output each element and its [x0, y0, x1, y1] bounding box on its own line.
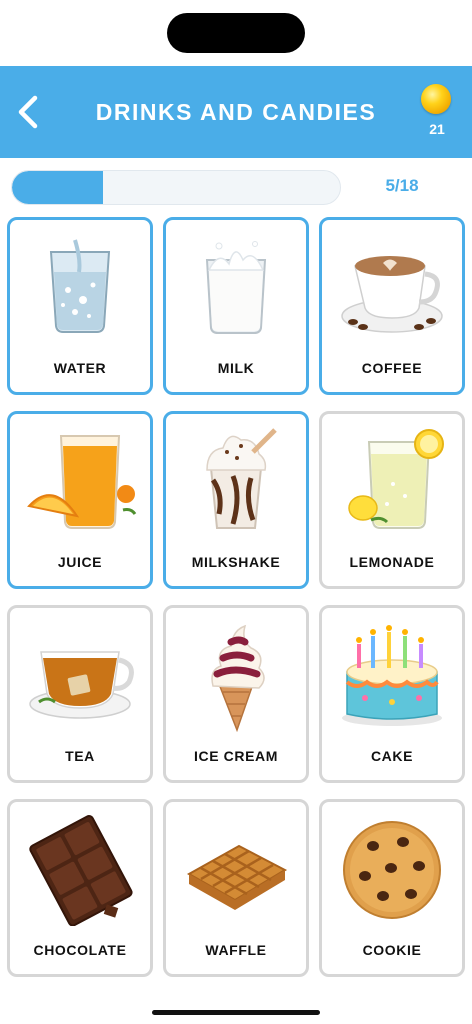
item-label: MILK	[217, 360, 255, 376]
item-label: MILKSHAKE	[191, 554, 281, 570]
item-label: WATER	[53, 360, 107, 376]
item-card-coffee[interactable]: COFFEE	[319, 217, 465, 395]
item-label: CHOCOLATE	[33, 942, 127, 958]
progress-fill	[12, 171, 104, 204]
milk-glass-icon	[205, 241, 267, 334]
item-label: COOKIE	[362, 942, 422, 958]
item-card-juice[interactable]: JUICE	[7, 411, 153, 589]
item-label: LEMONADE	[349, 554, 435, 570]
back-button[interactable]	[8, 88, 48, 136]
item-label: CAKE	[370, 748, 414, 764]
item-label: WAFFLE	[205, 942, 267, 958]
item-card-milk[interactable]: MILK	[163, 217, 309, 395]
item-label: JUICE	[57, 554, 103, 570]
chocolate-bar-icon	[29, 815, 133, 926]
progress-bar	[11, 170, 341, 205]
item-card-water[interactable]: WATER	[7, 217, 153, 395]
item-card-waffle[interactable]: WAFFLE	[163, 799, 309, 977]
coin-count: 21	[429, 121, 445, 137]
coffee-cup-icon	[341, 256, 443, 333]
item-card-cake[interactable]: CAKE	[319, 605, 465, 783]
item-card-cookie[interactable]: COOKIE	[319, 799, 465, 977]
item-label: ICE CREAM	[194, 748, 278, 764]
device-notch	[167, 13, 305, 53]
item-card-milkshake[interactable]: MILKSHAKE	[163, 411, 309, 589]
lemonade-icon	[348, 429, 444, 529]
item-label: COFFEE	[361, 360, 423, 376]
chevron-left-icon	[18, 95, 38, 129]
item-label: TEA	[65, 748, 95, 764]
tea-cup-icon	[29, 651, 134, 719]
item-card-lemonade[interactable]: LEMONADE	[319, 411, 465, 589]
orange-juice-icon	[27, 435, 137, 529]
item-card-tea[interactable]: TEA	[7, 605, 153, 783]
home-indicator	[152, 1010, 320, 1015]
birthday-cake-icon	[342, 625, 442, 726]
waffle-icon	[186, 844, 288, 910]
water-glass-icon	[49, 239, 111, 333]
page-title: DRINKS AND CANDIES	[95, 98, 377, 125]
item-card-ice-cream[interactable]: ICE CREAM	[163, 605, 309, 783]
ice-cream-icon	[211, 624, 265, 732]
header-bar: DRINKS AND CANDIES	[0, 66, 472, 158]
progress-label: 5/18	[385, 176, 419, 195]
milkshake-icon	[206, 428, 277, 529]
cookie-icon	[343, 821, 441, 919]
gold-coin-icon	[421, 84, 451, 114]
item-card-chocolate[interactable]: CHOCOLATE	[7, 799, 153, 977]
